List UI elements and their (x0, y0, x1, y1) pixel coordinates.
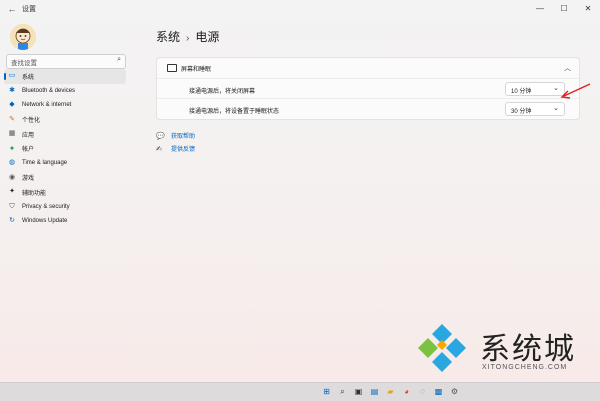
app-title: 设置 (22, 6, 36, 13)
help-icon: 💬 (156, 132, 165, 140)
sidebar-item-label: Windows Update (22, 218, 68, 225)
get-help-link[interactable]: 💬 获取帮助 (156, 129, 195, 142)
sidebar-item-2[interactable]: ✱ Bluetooth & devices (4, 84, 126, 99)
sidebar-item-1[interactable]: ▭ 系统 (4, 69, 126, 84)
breadcrumb-separator: › (186, 33, 190, 44)
watermark-url: XITONGCHENG.COM (482, 364, 568, 371)
panel-title: 屏幕和睡眠 (181, 67, 212, 73)
setting-label: 接通电源后，将设备置于睡眠状态 (189, 109, 280, 115)
screen-off-dropdown[interactable]: 10 分钟 ⌄ (505, 82, 565, 96)
settings-icon[interactable]: ⚙ (449, 386, 460, 397)
watermark-logo-icon (418, 324, 466, 372)
sidebar-item-4[interactable]: ✎ 个性化 (4, 113, 126, 128)
settings-window: ← 设置 — ☐ ✕ 查找设置 ⌕ ▭ 系统 ✱ Bluetooth & device… (0, 0, 600, 382)
screen-icon (167, 64, 177, 72)
bluetooth-icon: ✱ (9, 86, 15, 94)
wifi-icon: ◆ (9, 101, 15, 109)
title-bar: ← 设置 — ☐ ✕ (0, 0, 600, 18)
help-links: 💬 获取帮助 ✍ 提供反馈 (156, 129, 195, 155)
accessibility-icon: ✦ (9, 188, 15, 196)
search-icon[interactable]: ⌕ (337, 386, 348, 397)
explorer-icon[interactable]: ▰ (385, 386, 396, 397)
sidebar-item-8[interactable]: ◉ 游戏 (4, 171, 126, 186)
brush-icon: ✎ (9, 115, 15, 123)
chevron-down-icon: ⌄ (553, 105, 559, 112)
sidebar-item-label: 个性化 (22, 118, 41, 125)
sidebar-item-label: Time & language (22, 160, 68, 167)
globe-icon: ◍ (8, 159, 16, 167)
page-title: 电源 (195, 30, 220, 44)
sidebar-item-label: Network & internet (22, 102, 72, 109)
chevron-up-icon[interactable]: ︿ (564, 63, 571, 73)
get-help-label: 获取帮助 (171, 134, 196, 140)
back-arrow-icon[interactable]: ← (6, 3, 18, 15)
sidebar-item-label: Privacy & security (22, 203, 70, 210)
sidebar-item-3[interactable]: ◆ Network & internet (4, 98, 126, 113)
feedback-label: 提供反馈 (171, 147, 196, 153)
sidebar-item-7[interactable]: ◍ Time & language (4, 156, 126, 171)
search-input[interactable]: 查找设置 ⌕ (6, 54, 126, 69)
sidebar-item-label: 应用 (22, 132, 35, 139)
store-icon[interactable]: ▩ (433, 386, 444, 397)
apps-icon: ▦ (8, 130, 16, 138)
maximize-button[interactable]: ☐ (552, 0, 576, 18)
sidebar-item-label: 游戏 (22, 176, 35, 183)
sidebar-nav: ▭ 系统 ✱ Bluetooth & devices ◆ Network & intern… (4, 69, 126, 229)
task-view-icon[interactable]: ▣ (353, 386, 364, 397)
widgets-icon[interactable]: ▤ (369, 386, 380, 397)
sidebar-item-6[interactable]: ● 帐户 (4, 142, 126, 157)
taskbar-icons: ⊞ ⌕ ▣ ▤ ▰ ◕ ◌ ▩ ⚙ (321, 386, 460, 397)
update-icon: ↻ (9, 217, 15, 225)
dropdown-value: 30 分钟 (511, 108, 532, 115)
sidebar-item-label: 帐户 (22, 147, 35, 154)
sidebar-item-label: Bluetooth & devices (22, 87, 76, 94)
sidebar-item-label: 系统 (22, 74, 35, 81)
sidebar-item-11[interactable]: ↻ Windows Update (4, 214, 126, 229)
avatar[interactable] (10, 24, 36, 50)
feedback-link[interactable]: ✍ 提供反馈 (156, 142, 195, 155)
sidebar-item-9[interactable]: ✦ 辅助功能 (4, 185, 126, 200)
sleep-dropdown[interactable]: 30 分钟 ⌄ (505, 102, 565, 116)
breadcrumb: 系统 › 电源 (156, 28, 219, 45)
watermark: 系统城 XITONGCHENG.COM (414, 322, 600, 382)
watermark-text: 系统城 (480, 332, 576, 367)
annotation-arrow-icon (560, 83, 591, 99)
setting-row-screen-off: 接通电源后，将关闭屏幕 10 分钟 ⌄ (157, 78, 579, 99)
monitor-icon: ▭ (8, 72, 16, 80)
screen-sleep-panel: 屏幕和睡眠 ︿ 接通电源后，将关闭屏幕 10 分钟 ⌄ 接通电源后，将设备置于睡… (156, 57, 580, 120)
setting-label: 接通电源后，将关闭屏幕 (189, 89, 256, 95)
breadcrumb-parent[interactable]: 系统 (156, 30, 180, 44)
close-button[interactable]: ✕ (576, 0, 600, 18)
taskbar: ⊞ ⌕ ▣ ▤ ▰ ◕ ◌ ▩ ⚙ (0, 382, 600, 401)
sidebar-item-label: 辅助功能 (22, 190, 47, 197)
chrome-icon[interactable]: ◕ (401, 386, 412, 397)
edge-icon[interactable]: ◌ (417, 386, 428, 397)
panel-header[interactable]: 屏幕和睡眠 ︿ (157, 58, 579, 78)
minimize-button[interactable]: — (528, 0, 552, 18)
feedback-icon: ✍ (156, 145, 162, 153)
start-icon[interactable]: ⊞ (321, 386, 332, 397)
search-placeholder: 查找设置 (11, 60, 37, 67)
game-icon: ◉ (8, 173, 16, 181)
window-controls: — ☐ ✕ (528, 0, 600, 18)
shield-icon: ⛉ (9, 202, 15, 210)
sidebar-item-5[interactable]: ▦ 应用 (4, 127, 126, 142)
sidebar-item-10[interactable]: ⛉ Privacy & security (4, 200, 126, 215)
sidebar: 查找设置 ⌕ ▭ 系统 ✱ Bluetooth & devices ◆ Network &… (0, 18, 132, 382)
setting-row-sleep: 接通电源后，将设备置于睡眠状态 30 分钟 ⌄ (157, 98, 579, 119)
search-icon: ⌕ (117, 56, 121, 63)
dropdown-value: 10 分钟 (511, 88, 532, 95)
account-icon: ● (9, 144, 15, 152)
